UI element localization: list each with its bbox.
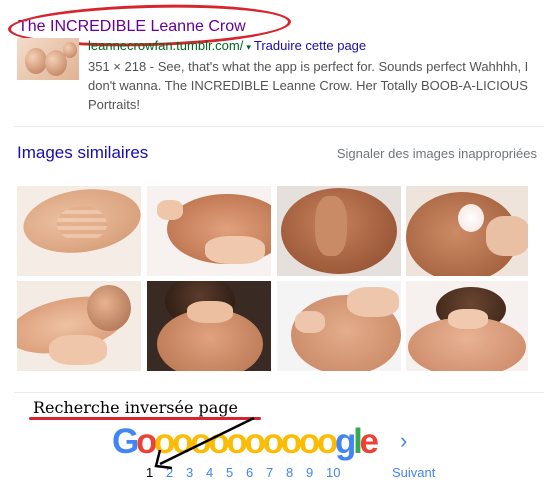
similar-images-heading[interactable]: Images similaires — [17, 143, 148, 163]
similar-image-6[interactable] — [147, 281, 271, 371]
page-link-9[interactable]: 9 — [306, 465, 326, 480]
result-url: leannecrowfan.tumblr.com/ — [88, 38, 244, 53]
next-chevron-icon[interactable]: › — [400, 428, 407, 454]
report-images-link[interactable]: Signaler des images inappropriées — [337, 146, 537, 161]
similar-image-3[interactable] — [277, 186, 401, 276]
result-thumbnail[interactable] — [17, 38, 79, 80]
pagination-logo-letter: o — [262, 422, 284, 461]
pagination-logo-letter: o — [280, 422, 302, 461]
page-link-7[interactable]: 7 — [266, 465, 286, 480]
divider — [14, 126, 544, 127]
divider — [14, 392, 544, 393]
similar-image-7[interactable] — [277, 281, 401, 371]
pagination-logo-letter: G — [112, 422, 139, 461]
similar-image-5[interactable] — [17, 281, 141, 371]
similar-image-2[interactable] — [147, 186, 271, 276]
result-snippet: 351 × 218 - See, that's what the app is … — [88, 59, 529, 112]
url-dropdown-arrow-icon[interactable]: ▾ — [246, 42, 251, 52]
page-link-10[interactable]: 10 — [326, 465, 346, 480]
next-page-link[interactable]: Suivant — [392, 465, 435, 480]
result-url-line: leannecrowfan.tumblr.com/▾ Traduire cette… — [88, 38, 366, 53]
annotation-arrow-icon — [154, 416, 255, 470]
pagination-logo-letter: o — [298, 422, 320, 461]
similar-image-8[interactable] — [406, 281, 528, 371]
similar-image-4[interactable] — [406, 186, 528, 276]
page-link-8[interactable]: 8 — [286, 465, 306, 480]
similar-image-1[interactable] — [17, 186, 141, 276]
translate-page-link[interactable]: Traduire cette page — [254, 38, 366, 53]
pagination-logo-letter: g — [334, 422, 356, 461]
pagination-logo-letter: o — [316, 422, 338, 461]
pagination-logo-letter: e — [359, 422, 380, 461]
